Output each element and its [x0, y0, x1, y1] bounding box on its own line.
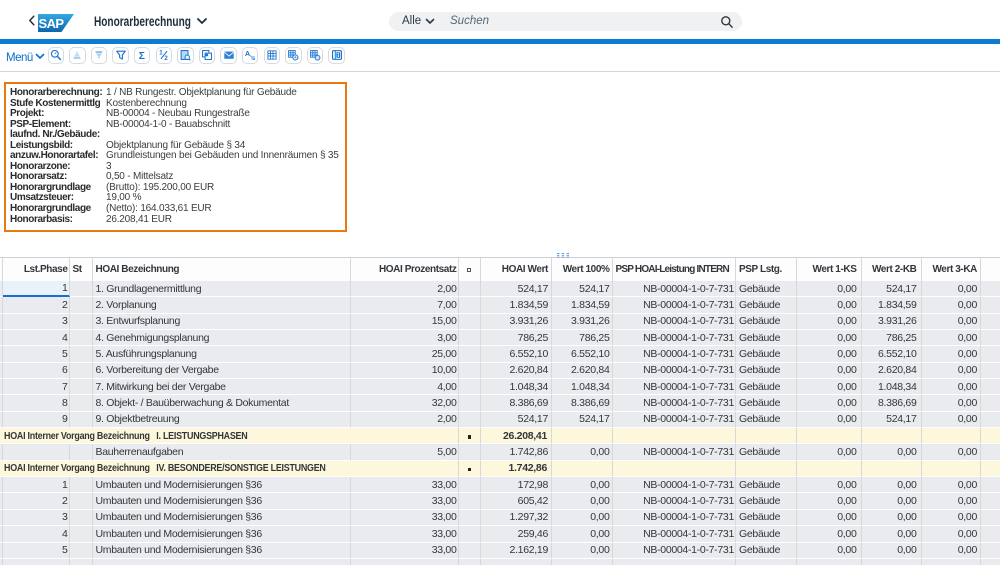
svg-text:1: 1 — [159, 51, 163, 57]
svg-text:2: 2 — [164, 56, 168, 61]
svg-text:Σ: Σ — [139, 51, 145, 61]
svg-text:SAP: SAP — [39, 16, 65, 31]
svg-text:A: A — [245, 49, 251, 58]
